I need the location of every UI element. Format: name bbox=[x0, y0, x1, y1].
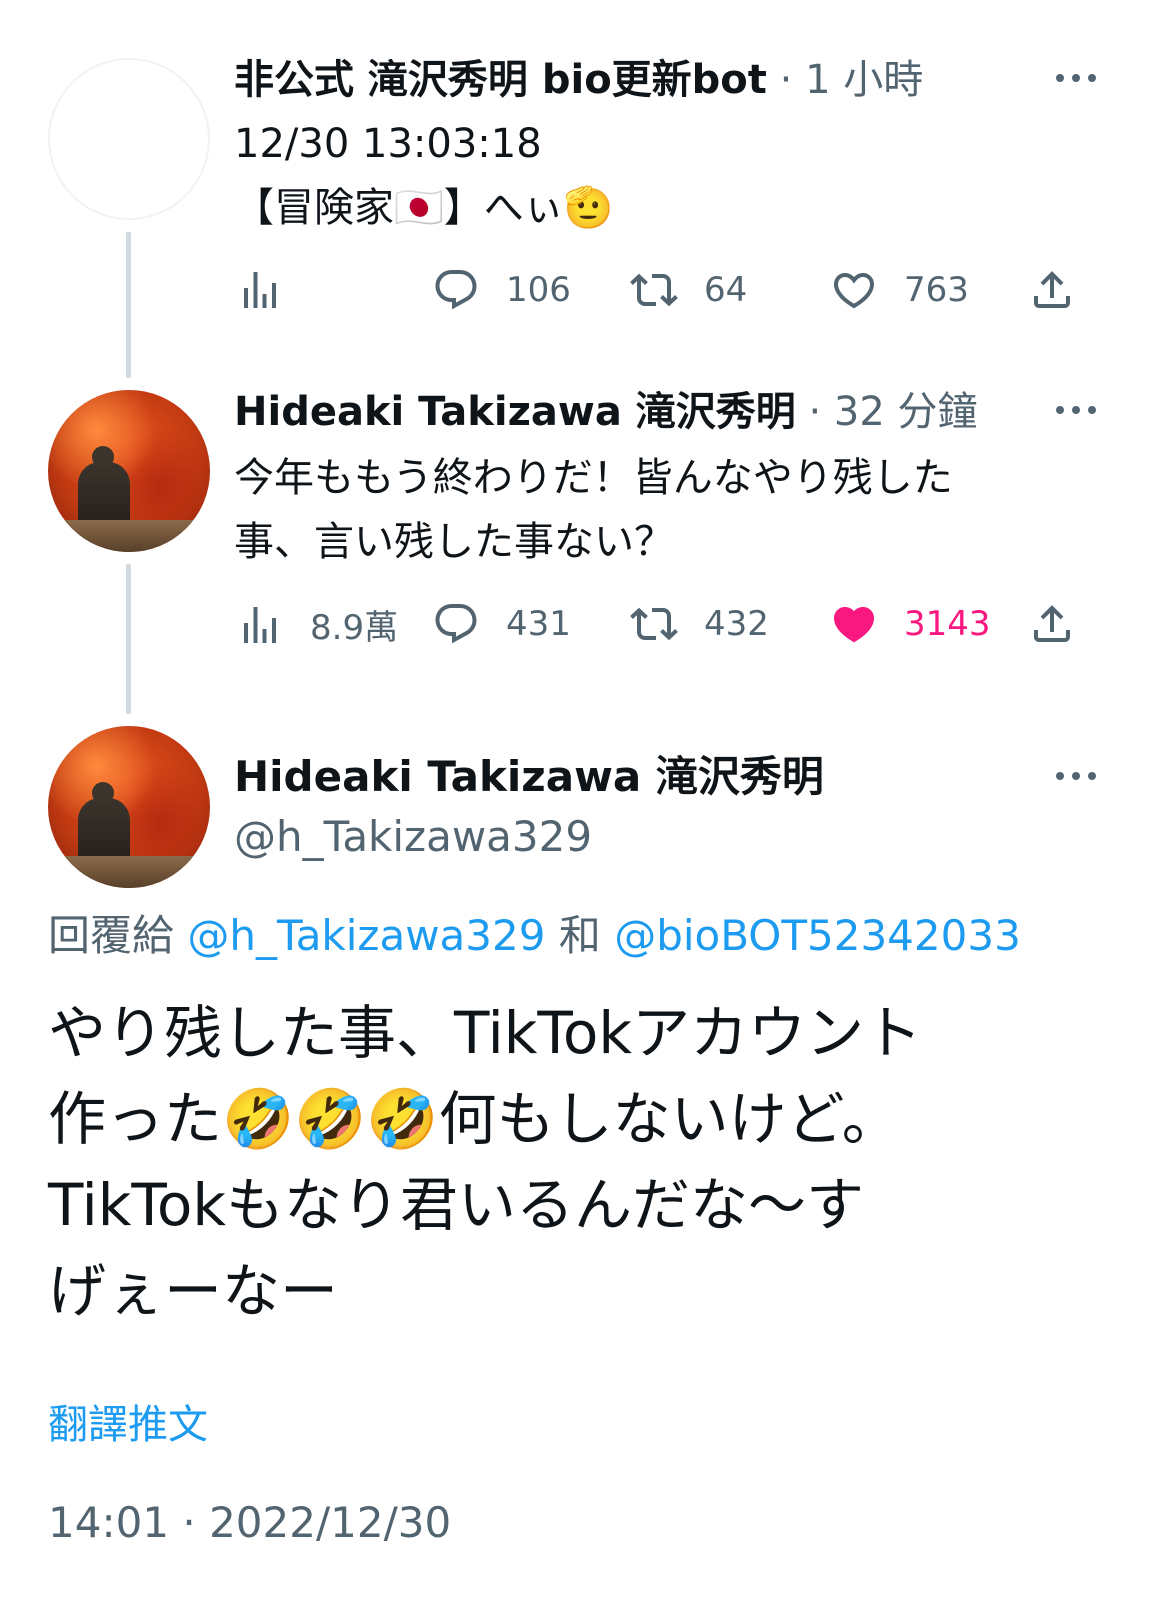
tweet-body-line: 事、言い残した事ない？ bbox=[234, 519, 674, 565]
reply-icon bbox=[435, 270, 477, 310]
reply-prefix: 回覆給 bbox=[48, 911, 175, 960]
tweet-text: やり残した事、TikTokアカウント 作った🤣🤣🤣何もしないけど。 TikTok… bbox=[48, 999, 922, 1325]
tweet-text: 12/30 13:03:18 【冒険家🇯🇵】へぃ🫡 bbox=[234, 112, 614, 240]
views-button[interactable]: 8.9萬 bbox=[236, 600, 398, 649]
reply-button[interactable]: 431 bbox=[432, 600, 571, 648]
tweet-header: Hideaki Takizawa 滝沢秀明 · 32 分鐘 bbox=[234, 388, 978, 436]
tweet-timestamp[interactable]: 14:01 · 2022/12/30 bbox=[48, 1496, 451, 1550]
like-count: 3143 bbox=[904, 604, 991, 644]
date-line: 12/30 13:03:18 bbox=[234, 121, 542, 167]
retweet-button[interactable]: 432 bbox=[630, 600, 769, 648]
like-count: 763 bbox=[904, 270, 969, 310]
avatar-rock bbox=[48, 856, 210, 888]
share-icon bbox=[1034, 271, 1070, 308]
reply-user-link[interactable]: @bioBOT52342033 bbox=[614, 911, 1021, 960]
more-icon[interactable] bbox=[1056, 74, 1096, 86]
time-ago[interactable]: 32 分鐘 bbox=[834, 389, 978, 435]
tweet-body-line: 今年ももう終わりだ！皆んなやり残した bbox=[234, 455, 953, 501]
share-button[interactable] bbox=[1028, 266, 1076, 314]
views-icon bbox=[244, 272, 276, 308]
share-icon bbox=[1034, 605, 1070, 642]
tweet-body: 【冒険家🇯🇵】へぃ🫡 bbox=[234, 185, 614, 231]
display-name[interactable]: Hideaki Takizawa 滝沢秀明 bbox=[234, 752, 824, 802]
tweet-header: 非公式 滝沢秀明 bio更新bot · 1 小時 bbox=[234, 56, 923, 104]
views-button[interactable] bbox=[236, 266, 310, 314]
more-icon[interactable] bbox=[1056, 772, 1096, 784]
user-handle[interactable]: @h_Takizawa329 bbox=[234, 812, 592, 862]
more-icon[interactable] bbox=[1056, 406, 1096, 418]
like-button[interactable]: 763 bbox=[830, 266, 969, 314]
avatar[interactable] bbox=[48, 726, 210, 888]
retweet-icon bbox=[630, 607, 678, 641]
heart-filled-icon bbox=[833, 607, 875, 643]
time-ago[interactable]: 1 小時 bbox=[805, 57, 923, 103]
retweet-button[interactable]: 64 bbox=[630, 266, 747, 314]
views-count: 8.9萬 bbox=[310, 608, 399, 648]
tweet-text: 今年ももう終わりだ！皆んなやり残した 事、言い残した事ない？ bbox=[234, 446, 953, 574]
reply-icon bbox=[435, 604, 477, 644]
translate-link[interactable]: 翻譯推文 bbox=[48, 1400, 208, 1450]
views-icon bbox=[244, 606, 276, 643]
share-button[interactable] bbox=[1028, 600, 1076, 648]
avatar[interactable] bbox=[48, 58, 210, 220]
like-button[interactable]: 3143 bbox=[830, 600, 991, 648]
avatar-rock bbox=[48, 520, 210, 552]
separator: · bbox=[795, 389, 834, 435]
reply-and: 和 bbox=[558, 911, 601, 960]
reply-count: 106 bbox=[506, 270, 571, 310]
heart-icon bbox=[833, 273, 875, 309]
reply-count: 431 bbox=[506, 604, 571, 644]
separator: · bbox=[766, 57, 806, 103]
retweet-count: 432 bbox=[704, 604, 769, 644]
reply-button[interactable]: 106 bbox=[432, 266, 571, 314]
display-name[interactable]: 非公式 滝沢秀明 bio更新bot bbox=[234, 57, 767, 103]
reply-user-link[interactable]: @h_Takizawa329 bbox=[187, 911, 545, 960]
retweet-count: 64 bbox=[704, 270, 748, 310]
thread-line bbox=[126, 564, 131, 714]
retweet-icon bbox=[630, 273, 678, 307]
thread-line bbox=[126, 232, 131, 378]
display-name[interactable]: Hideaki Takizawa 滝沢秀明 bbox=[234, 389, 796, 435]
reply-to-line: 回覆給 @h_Takizawa329 和 @bioBOT52342033 bbox=[48, 910, 1021, 962]
avatar[interactable] bbox=[48, 390, 210, 552]
